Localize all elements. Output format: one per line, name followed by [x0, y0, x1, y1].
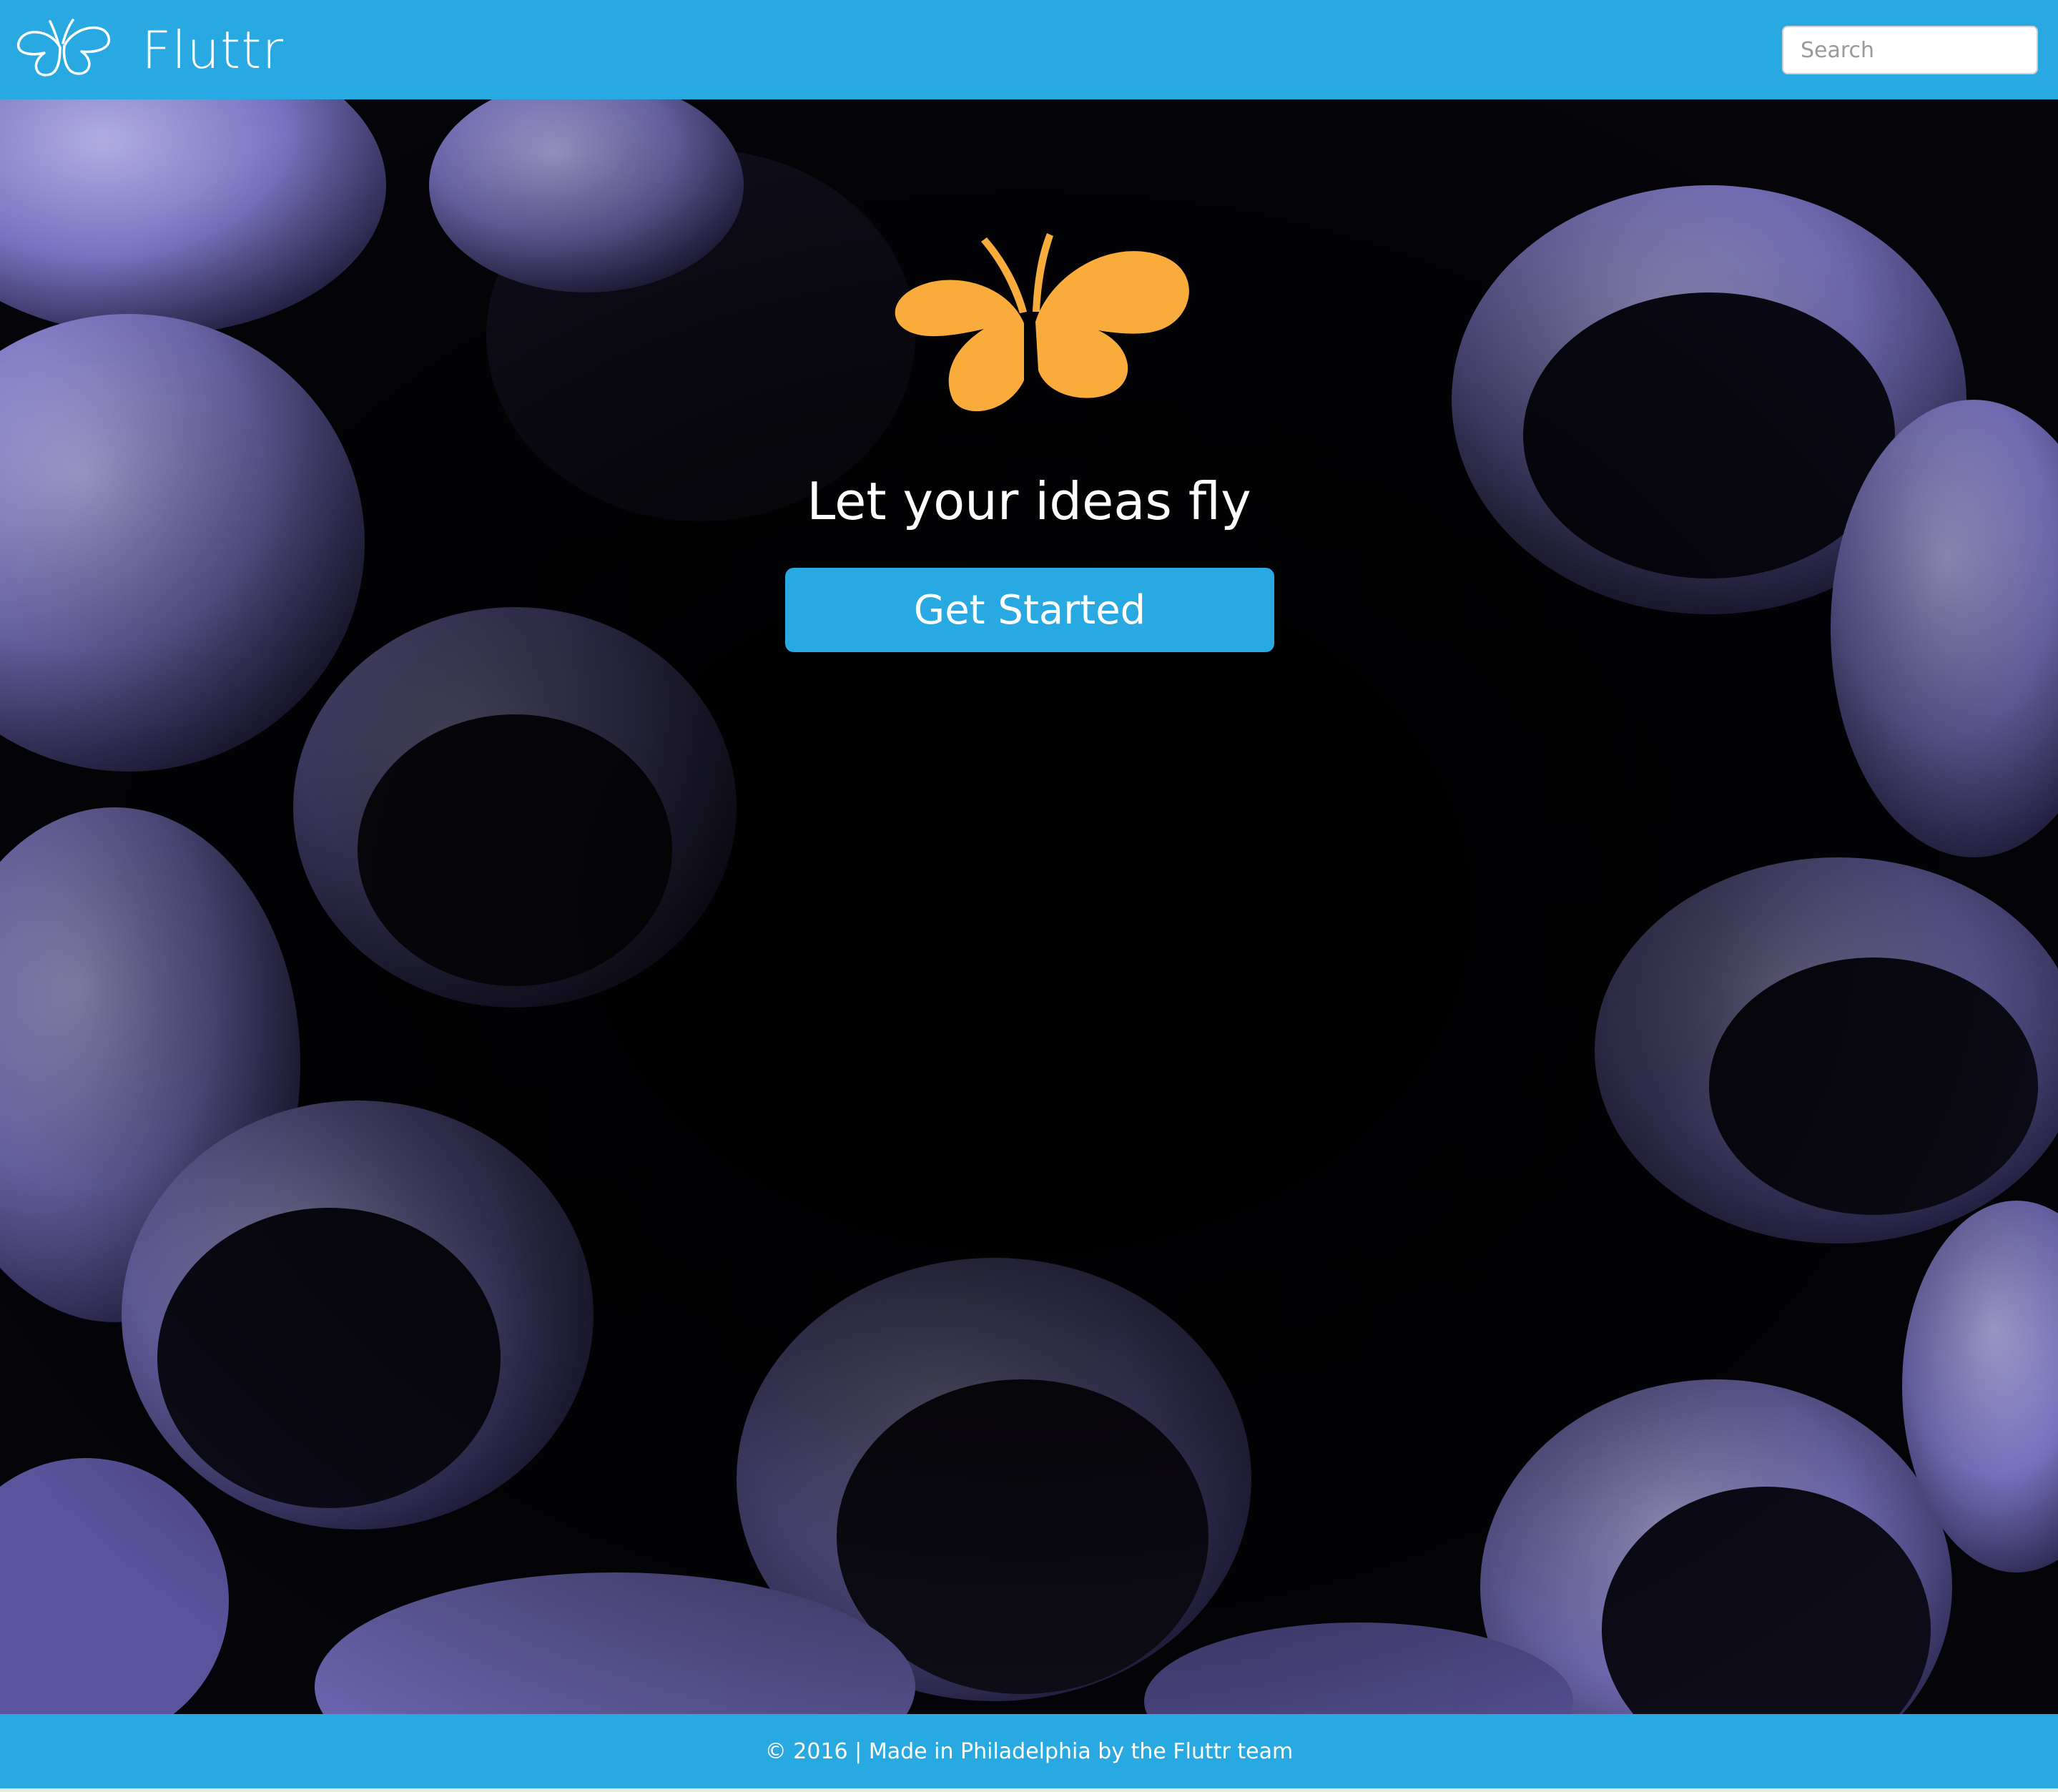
- get-started-button[interactable]: Get Started: [785, 568, 1274, 652]
- butterfly-outline-icon: [14, 13, 114, 87]
- navbar: Fluttr: [0, 0, 2058, 99]
- footer-text: © 2016 | Made in Philadelphia by the Flu…: [764, 1738, 1294, 1764]
- brand-link[interactable]: Fluttr: [14, 10, 284, 90]
- brand-name: Fluttr: [142, 20, 285, 80]
- butterfly-icon: [895, 233, 1189, 412]
- search-input[interactable]: [1782, 26, 2038, 74]
- bottom-divider: [0, 1788, 2058, 1792]
- hero-section: Let your ideas fly Get Started: [0, 99, 2058, 1714]
- footer: © 2016 | Made in Philadelphia by the Flu…: [0, 1714, 2058, 1788]
- hero-tagline: Let your ideas fly: [807, 471, 1251, 531]
